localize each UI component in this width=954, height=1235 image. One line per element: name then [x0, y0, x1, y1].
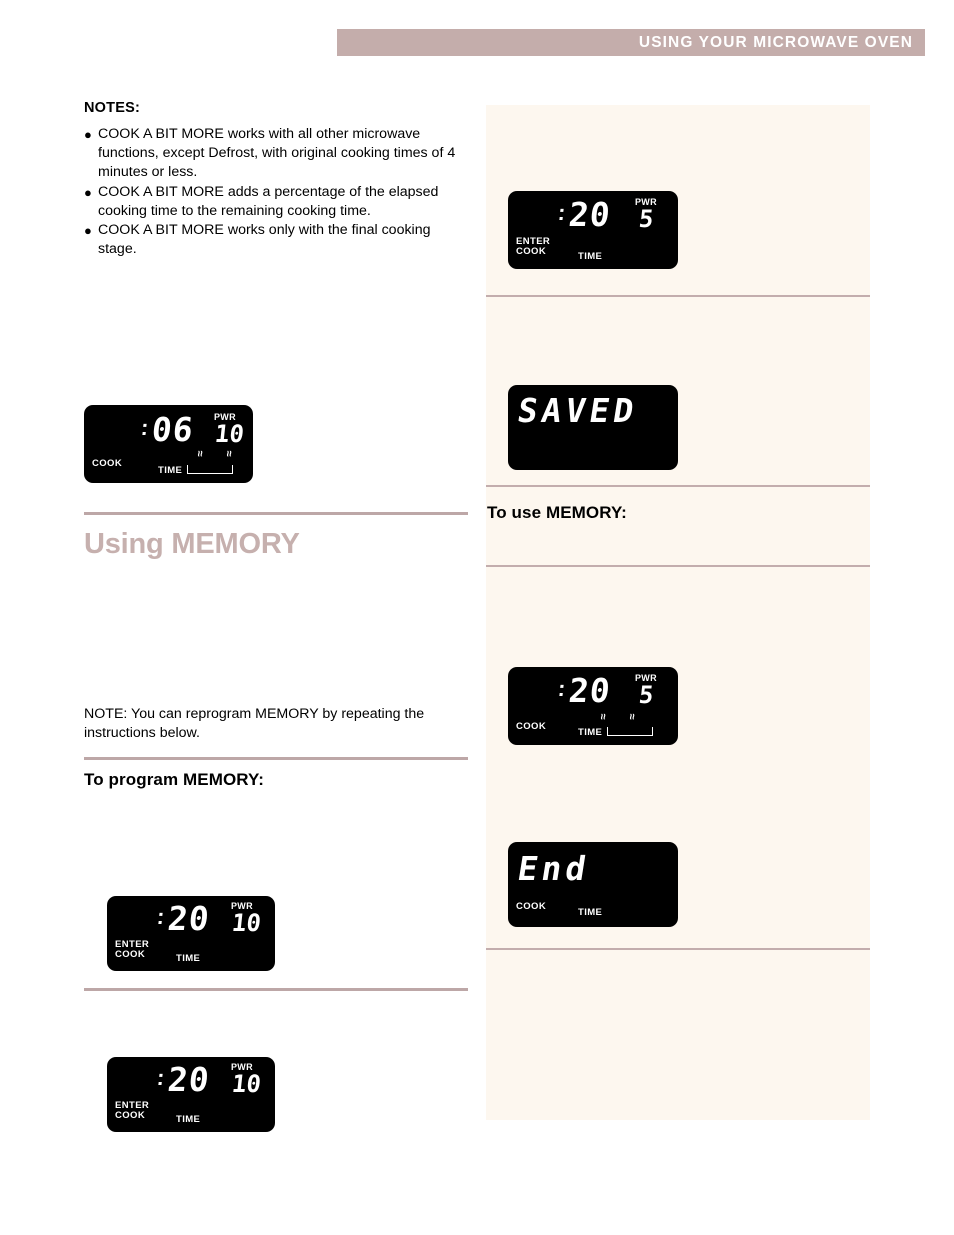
lcd-pwr-value: 5	[637, 681, 655, 709]
lcd-time-label: TIME	[176, 953, 201, 964]
lcd-display-cook-20-pwr5: : 20 PWR 5 ≈ ≈ COOK TIME	[508, 667, 678, 745]
page-header-bar: USING YOUR MICROWAVE OVEN	[337, 29, 925, 56]
lcd-colon: :	[155, 1065, 166, 1090]
page-header-title: USING YOUR MICROWAVE OVEN	[638, 33, 913, 51]
note-item: ● COOK A BIT MORE adds a percentage of t…	[84, 183, 468, 221]
lcd-time-value: 20	[566, 195, 613, 234]
lcd-time-label: TIME	[176, 1114, 201, 1125]
lcd-word-value: SAVED	[514, 391, 641, 430]
lcd-mode-label-line2: COOK	[115, 949, 146, 960]
lcd-time-label: TIME	[578, 727, 603, 738]
lcd-colon: :	[155, 904, 166, 929]
lcd-time-label: TIME	[578, 251, 603, 262]
lcd-pwr-value: 5	[637, 205, 655, 233]
right-column-panel: : 20 PWR 5 ENTER COOK TIME SAVED To use …	[486, 105, 870, 1120]
divider-between-program-steps	[84, 988, 468, 991]
lcd-display-enter-cook-20-a: : 20 PWR 10 ENTER COOK TIME	[107, 896, 275, 971]
divider-above-to-program	[84, 757, 468, 760]
lcd-display-saved: SAVED	[508, 385, 678, 470]
note-reprogram-memory: NOTE: You can reprogram MEMORY by repeat…	[84, 706, 425, 741]
lcd-colon: :	[556, 676, 567, 701]
notes-list: ● COOK A BIT MORE works with all other m…	[84, 125, 468, 259]
note-text: COOK A BIT MORE adds a percentage of the…	[98, 183, 439, 219]
divider-right-1	[486, 295, 870, 297]
notes-heading: NOTES:	[84, 100, 140, 116]
heading-using-memory: Using MEMORY	[84, 528, 300, 560]
lcd-time-value: 20	[165, 899, 212, 938]
lcd-time-value: 20	[165, 1060, 212, 1099]
note-text: COOK A BIT MORE works only with the fina…	[98, 222, 431, 258]
note-item: ● COOK A BIT MORE works only with the fi…	[84, 221, 468, 259]
lcd-time-label: TIME	[578, 907, 603, 918]
lcd-display-cook-06: : 06 PWR 10 ≈ ≈ COOK TIME	[84, 405, 253, 483]
lcd-word-value: End	[514, 849, 593, 888]
heading-to-use-memory: To use MEMORY:	[487, 503, 627, 522]
divider-right-3	[486, 565, 870, 567]
lcd-pwr-value: 10	[230, 1070, 263, 1098]
wave-icon: ≈	[625, 713, 638, 720]
lcd-mode-label: COOK	[516, 721, 547, 732]
lcd-time-bar	[187, 465, 233, 474]
lcd-colon: :	[556, 200, 567, 225]
lcd-time-value: 20	[566, 671, 613, 710]
lcd-time-bar	[607, 727, 653, 736]
bullet-icon: ●	[84, 127, 92, 142]
lcd-time-label: TIME	[158, 465, 183, 476]
left-column: NOTES: ● COOK A BIT MORE works with all …	[84, 100, 468, 260]
lcd-pwr-value: 10	[230, 909, 263, 937]
divider-right-4	[486, 948, 870, 950]
lcd-display-end: End COOK TIME	[508, 842, 678, 927]
wave-icon: ≈	[222, 450, 235, 457]
divider-right-2	[486, 485, 870, 487]
lcd-display-enter-cook-20-b: : 20 PWR 10 ENTER COOK TIME	[107, 1057, 275, 1132]
lcd-mode-label-line2: COOK	[516, 246, 547, 257]
lcd-colon: :	[139, 415, 150, 440]
bullet-icon: ●	[84, 184, 92, 200]
lcd-display-enter-cook-20-pwr5: : 20 PWR 5 ENTER COOK TIME	[508, 191, 678, 269]
note-text: COOK A BIT MORE works with all other mic…	[98, 126, 456, 180]
lcd-mode-label: COOK	[516, 901, 547, 912]
wave-icon: ≈	[596, 713, 609, 720]
lcd-pwr-value: 10	[213, 420, 246, 448]
note-item: ● COOK A BIT MORE works with all other m…	[84, 125, 468, 182]
lcd-mode-label: COOK	[92, 458, 123, 469]
bullet-icon: ●	[84, 223, 92, 239]
wave-icon: ≈	[193, 450, 206, 457]
lcd-time-value: 06	[149, 410, 196, 449]
heading-to-program-memory: To program MEMORY:	[84, 770, 264, 789]
divider-above-using-memory	[84, 512, 468, 515]
lcd-mode-label-line2: COOK	[115, 1110, 146, 1121]
